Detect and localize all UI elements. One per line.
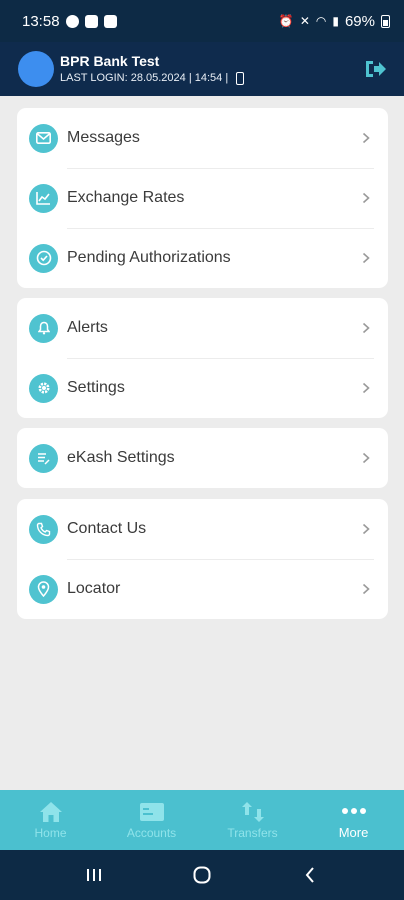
nav-item-transfers[interactable]: Transfers [202,790,303,850]
gear-icon [29,373,58,403]
recent-apps-button[interactable] [79,860,109,890]
logout-button[interactable] [362,56,388,82]
avatar[interactable] [18,51,54,87]
ekash-icon [29,443,58,473]
nav-label: Home [34,825,67,840]
last-login-text: LAST LOGIN: 28.05.2024 | 14:54 | [60,72,229,84]
system-navigation-bar [0,850,404,900]
menu-label: Exchange Rates [67,189,185,206]
chevron-right-icon [362,451,372,465]
check-circle-icon [29,243,58,273]
chevron-right-icon [362,321,372,335]
battery-percent: 69% [344,12,375,30]
menu-label: Settings [67,379,125,396]
device-icon [236,71,245,85]
mute-icon: ✕ [299,14,310,28]
menu-card-support: Contact Us Locator [17,499,388,619]
transfer-icon [240,801,266,823]
chevron-right-icon [362,251,372,265]
chevron-right-icon [362,191,372,205]
check-icon [103,14,117,28]
whatsapp-icon [65,14,79,28]
menu-item-locator[interactable]: Locator [17,559,388,619]
menu-card-ekash: eKash Settings [17,428,388,488]
menu-item-alerts[interactable]: Alerts [17,298,388,358]
chevron-right-icon [362,131,372,145]
menu-item-messages[interactable]: Messages [17,108,388,168]
battery-icon [381,14,390,28]
menu-label: Messages [67,129,140,146]
menu-label: Contact Us [67,520,147,537]
home-button[interactable] [187,860,217,890]
menu-item-exchange-rates[interactable]: Exchange Rates [17,168,388,228]
last-login-line: LAST LOGIN: 28.05.2024 | 14:54 | [60,70,362,86]
status-bar: 13:58 ⏰ ✕ ◠ ▮ 69% [0,0,404,42]
back-button[interactable] [295,860,325,890]
nav-label: Transfers [227,825,278,840]
wifi-icon: ◠ [315,14,327,28]
home-icon [39,801,63,823]
chevron-right-icon [362,582,372,596]
menu-item-ekash-settings[interactable]: eKash Settings [17,428,388,488]
menu-label: Pending Authorizations [67,249,231,266]
nav-item-home[interactable]: Home [0,790,101,850]
menu-item-contact-us[interactable]: Contact Us [17,499,388,559]
menu-item-pending-authorizations[interactable]: Pending Authorizations [17,228,388,288]
status-left: 13:58 [22,13,117,30]
menu-label: Alerts [67,319,108,336]
user-info: BPR Bank Test LAST LOGIN: 28.05.2024 | 1… [60,52,362,86]
gallery-icon [84,14,98,28]
bottom-navigation: Home Accounts Transfers More [0,790,404,850]
menu-card-preferences: Alerts Settings [17,298,388,418]
location-pin-icon [29,574,58,604]
card-icon [139,801,165,823]
chevron-right-icon [362,522,372,536]
user-name: BPR Bank Test [60,53,160,69]
menu-label: eKash Settings [67,449,175,466]
app-header: BPR Bank Test LAST LOGIN: 28.05.2024 | 1… [0,42,404,96]
phone-icon [29,514,58,544]
logout-icon [366,61,386,77]
bell-icon [29,313,58,343]
nav-label: Accounts [126,825,177,840]
nav-item-accounts[interactable]: Accounts [101,790,202,850]
more-dots-icon [341,800,367,822]
chart-icon [29,183,58,213]
signal-icon: ▮ [332,14,339,28]
alarm-icon: ⏰ [278,14,294,28]
nav-item-more[interactable]: More [303,790,404,850]
menu-item-settings[interactable]: Settings [17,358,388,418]
mail-icon [29,123,58,153]
nav-label: More [338,825,369,840]
status-time: 13:58 [22,12,60,30]
chevron-right-icon [362,381,372,395]
status-right: ⏰ ✕ ◠ ▮ 69% [279,13,390,30]
menu-card-general: Messages Exchange Rates Pending Authoriz… [17,108,388,288]
menu-label: Locator [67,580,121,597]
